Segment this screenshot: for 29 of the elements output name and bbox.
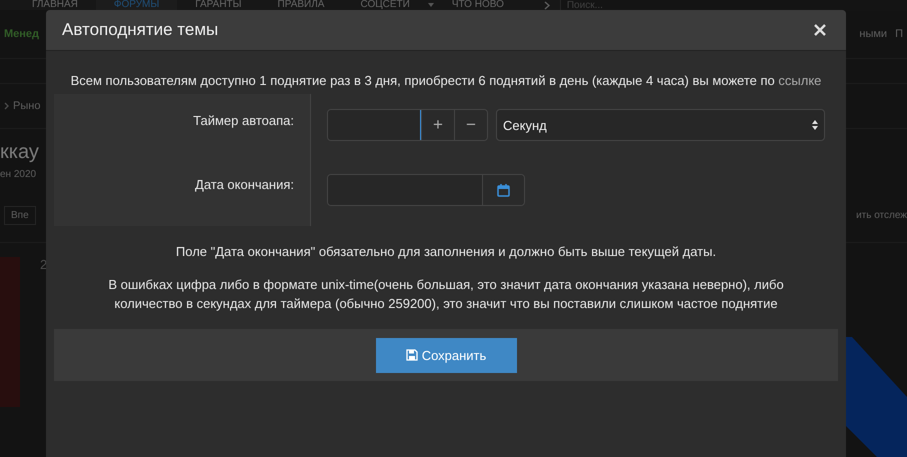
nav-tab[interactable]: ЧТО НОВО <box>434 0 522 11</box>
thread-title: ккау <box>0 140 40 165</box>
intro-link[interactable]: ссылке <box>778 73 822 88</box>
chevron-right-icon[interactable] <box>544 0 550 10</box>
timer-input[interactable] <box>328 110 421 140</box>
dialog-title: Автоподнятие темы <box>62 20 218 40</box>
nav-tab[interactable]: ГАРАНТЫ <box>177 0 260 11</box>
unit-select[interactable]: Секунд <box>496 109 825 141</box>
decrement-button[interactable]: − <box>454 110 487 140</box>
note-text: Поле "Дата окончания" обязательно для заполнения и должно быть выше текущей даты. <box>176 243 716 261</box>
nav-tab[interactable]: СОЦСЕТИ <box>342 0 428 11</box>
follow-link[interactable]: ить отслеж <box>856 210 907 220</box>
caret-icon <box>428 3 434 7</box>
end-date-label: Дата окончания: <box>195 176 294 194</box>
subnav-link[interactable]: П <box>895 28 903 40</box>
nav-tab[interactable]: ФОРУМЫ <box>96 0 178 11</box>
subnav-link[interactable]: Менед <box>4 28 40 40</box>
sort-arrows-icon <box>812 120 818 130</box>
subnav-link[interactable]: ными <box>859 28 888 40</box>
intro-text: Всем пользователям доступно 1 поднятие раз в 3 дня, приобрести 6 поднятий в день (каждые 4 часа) вы можете по ссылке <box>70 72 822 90</box>
thread-button[interactable]: Впе <box>4 206 36 224</box>
chevron-right-icon <box>4 102 9 110</box>
save-button[interactable]: Сохранить <box>376 338 516 372</box>
timer-label: Таймер автоапа: <box>193 112 294 130</box>
breadcrumb-link[interactable]: Рыно <box>13 100 40 112</box>
thread-date: ен 2020 <box>0 169 38 180</box>
nav-tab[interactable]: ГЛАВНАЯ <box>14 0 96 11</box>
note-text: В ошибках цифра либо в формате unix-time(очень большая, это значит дата окончания указана неверно), либо количество в секундах для таймера (обычно 259200), это значит что вы поставили слишком частое поднятие <box>107 276 785 313</box>
nav-tab[interactable]: ПРАВИЛА <box>260 0 342 11</box>
